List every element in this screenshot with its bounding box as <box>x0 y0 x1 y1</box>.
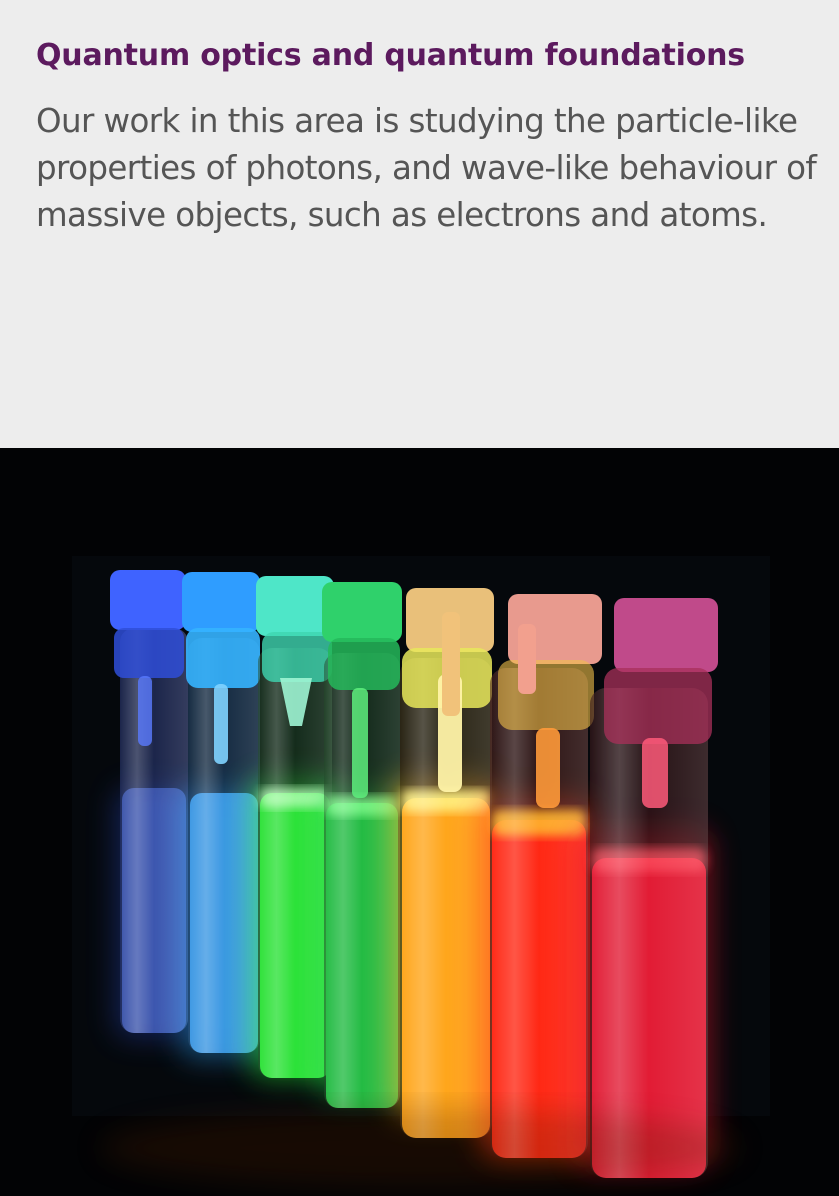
section-heading: Quantum optics and quantum foundations <box>36 38 745 73</box>
section-description: Our work in this area is studying the pa… <box>36 102 817 234</box>
text-panel: Quantum optics and quantum foundations O… <box>0 0 839 448</box>
vial-blue <box>110 570 190 1038</box>
fluorescent-vials-image <box>0 448 839 1196</box>
